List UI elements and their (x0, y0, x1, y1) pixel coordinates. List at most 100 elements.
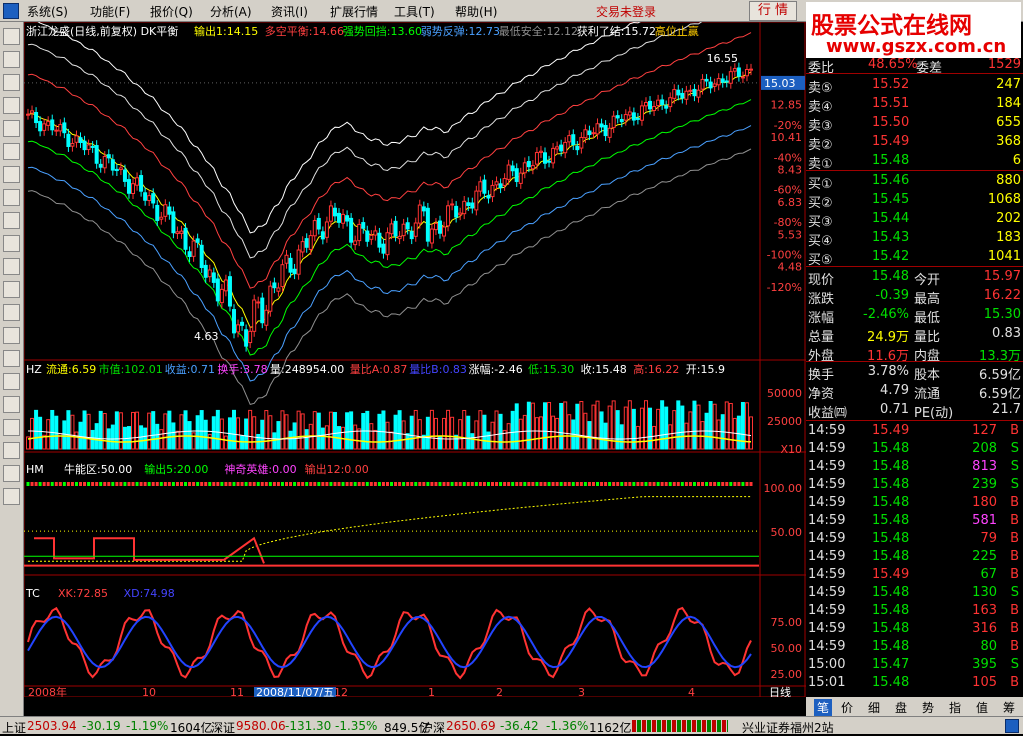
tab-2[interactable]: 细 (868, 699, 880, 716)
tab-5[interactable]: 指 (949, 699, 961, 716)
search-icon[interactable] (3, 281, 20, 298)
main-indicator-4: 最低安全:12.12 (499, 24, 578, 38)
candle-body (413, 222, 418, 237)
candle-body (607, 127, 612, 138)
hm-signal-dot (676, 482, 680, 486)
hm-signal-dot (636, 482, 640, 486)
menu-news[interactable]: 资讯(I) (271, 3, 308, 20)
menu-system[interactable]: 系统(S) (27, 3, 68, 20)
hm-signal-dot (74, 482, 78, 486)
hm-signal-dot (612, 482, 616, 486)
menu-tools[interactable]: 工具(T) (394, 3, 435, 20)
move-icon[interactable] (3, 442, 20, 459)
vol-stat-10: 高:16.22 (633, 362, 679, 376)
tab-7[interactable]: 筹 (1003, 699, 1015, 716)
hm-signal-dot (535, 482, 539, 486)
quote-list-icon[interactable] (3, 28, 20, 45)
vol-stat-9: 收:15.48 (581, 362, 627, 376)
menu-function[interactable]: 功能(F) (90, 3, 130, 20)
stock-icon[interactable] (3, 373, 20, 390)
buy-price: 15.44 (872, 211, 910, 226)
x-axis-label-5: 1 (428, 686, 435, 697)
tab-3[interactable]: 盘 (895, 699, 907, 716)
volume-bar (385, 421, 390, 450)
volume-bar (583, 412, 588, 450)
candle-body (167, 206, 172, 215)
tick-volume: 163 (972, 603, 997, 618)
trade-login-status[interactable]: 交易未登录 (596, 3, 656, 20)
candle-body (478, 181, 483, 192)
hm-signal-dot (369, 482, 373, 486)
hm-signal-dot (519, 482, 523, 486)
calendar-icon[interactable] (3, 189, 20, 206)
volume-bar (215, 409, 220, 450)
people-icon[interactable] (3, 235, 20, 252)
news-icon[interactable] (3, 120, 20, 137)
tick-volume: 67 (980, 567, 997, 582)
link-icon[interactable] (3, 396, 20, 413)
hm-signal-dot (474, 482, 478, 486)
pencil-icon[interactable] (3, 419, 20, 436)
candle-body (151, 193, 156, 204)
volume-bar (199, 410, 204, 450)
trough-price-label: 4.63 (194, 330, 219, 343)
volume-bar (38, 416, 43, 450)
sell-price: 15.52 (872, 77, 910, 92)
candle-body (470, 202, 475, 209)
f10-icon[interactable] (3, 143, 20, 160)
info-value-2: 6.59亿 (979, 368, 1021, 383)
menu-analysis[interactable]: 分析(A) (210, 3, 252, 20)
f10-doc-icon[interactable] (3, 304, 20, 321)
info-stat-row: 收益㈣ 0.71 PE(动) 21.7 (806, 401, 1023, 421)
candle-body (42, 123, 47, 131)
hm-signal-dot (422, 482, 426, 486)
candle-body (82, 140, 87, 151)
up-arrow-icon[interactable] (3, 465, 20, 482)
candle-body (316, 217, 321, 230)
tc-stat-1: XD:74.98 (124, 587, 175, 600)
main-indicator-3: 弱势反弹:12.73 (421, 24, 500, 38)
candle-body (385, 232, 390, 256)
candle-body (171, 211, 176, 234)
hm-signal-dot (361, 482, 365, 486)
divider (806, 420, 1023, 421)
hm-signal-dot (349, 482, 353, 486)
tab-1[interactable]: 价 (841, 699, 853, 716)
tab-6[interactable]: 值 (976, 699, 988, 716)
candle-body (591, 132, 596, 135)
tab-4[interactable]: 势 (922, 699, 934, 716)
info-label: 净资 (808, 387, 835, 402)
main-title: 浙江龙盛(日线,前复权) DK平衡 (26, 24, 178, 38)
trend-icon[interactable] (3, 74, 20, 91)
table-icon[interactable] (3, 166, 20, 183)
strong-retrace-band (27, 99, 752, 356)
volume-bar (288, 430, 293, 450)
hm-signal-dot (192, 482, 196, 486)
tick-row: 14:59 15.48 813 S (806, 458, 1023, 477)
candle-body (284, 254, 289, 264)
price-axis-tick: -20% (774, 119, 802, 132)
volume-bar (82, 410, 87, 450)
menu-help[interactable]: 帮助(H) (455, 3, 497, 20)
volume-bar (328, 411, 333, 450)
kline-icon[interactable] (3, 97, 20, 114)
tick-time: 14:59 (808, 477, 846, 492)
tab-0[interactable]: 笔 (814, 699, 833, 716)
hm-signal-dot (458, 482, 462, 486)
menu-extended[interactable]: 扩展行情 (330, 3, 378, 20)
info-icon[interactable] (3, 51, 20, 68)
main-indicator-6: 高位止赢 (655, 24, 699, 38)
wave-icon[interactable] (3, 327, 20, 344)
rsi-icon[interactable] (3, 350, 20, 367)
mail-icon[interactable] (3, 212, 20, 229)
x-axis-label-2: 11 (230, 686, 244, 697)
down-arrow-icon[interactable] (3, 488, 20, 505)
f10-info-icon[interactable] (3, 258, 20, 275)
tick-time: 14:59 (808, 603, 846, 618)
stock-chart[interactable]: 浙江龙盛(日线,前复权) DK平衡 输出1:14.15 多空平衡:14.66强势回挡… (24, 22, 806, 697)
candle-body (102, 155, 107, 169)
buy-level-label: 买③ (808, 215, 833, 230)
quote-button[interactable]: 行 情 (749, 1, 797, 21)
buy-level-label: 买④ (808, 234, 833, 249)
menu-quote[interactable]: 报价(Q) (150, 3, 193, 20)
